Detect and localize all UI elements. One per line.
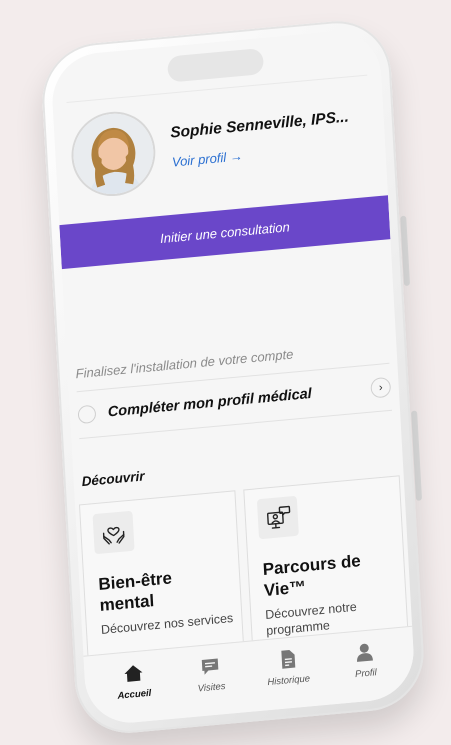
view-profile-link[interactable]: Voir profil →: [172, 148, 244, 169]
task-label: Compléter mon profil médical: [107, 385, 313, 421]
stage: Sophie Senneville, IPS... Voir profil → …: [0, 0, 451, 745]
person-icon: [353, 640, 376, 664]
tab-visites[interactable]: Visites: [171, 642, 252, 719]
avatar[interactable]: [71, 110, 156, 198]
dynamic-island: [167, 47, 265, 83]
home-icon: [122, 661, 145, 685]
video-consult-icon: [256, 495, 299, 540]
hands-heart-icon: [92, 510, 135, 555]
phone-mockup: Sophie Senneville, IPS... Voir profil → …: [39, 16, 427, 738]
card-title: Parcours de Vie™: [262, 551, 362, 601]
tab-profil[interactable]: Profil: [325, 628, 406, 705]
document-icon: [276, 647, 299, 671]
practitioner-name: Sophie Senneville, IPS...: [169, 108, 350, 142]
chat-icon: [199, 654, 222, 678]
chevron-right-icon[interactable]: ›: [370, 376, 392, 399]
discover-title: Découvrir: [81, 468, 145, 490]
tab-label: Profil: [354, 667, 378, 681]
tab-label: Historique: [267, 673, 311, 689]
app-screen: Sophie Senneville, IPS... Voir profil → …: [49, 27, 417, 727]
start-consultation-button[interactable]: Initier une consultation: [59, 195, 391, 270]
tab-accueil[interactable]: Accueil: [93, 649, 174, 726]
tab-label: Accueil: [117, 687, 152, 702]
tab-label: Visites: [197, 680, 226, 695]
card-title: Bien-être mental: [97, 568, 173, 616]
account-setup-section: Finalisez l'installation de votre compte…: [75, 337, 393, 440]
profile-header: Sophie Senneville, IPS... Voir profil →: [71, 90, 375, 207]
tab-historique[interactable]: Historique: [248, 635, 329, 712]
task-checkbox-icon[interactable]: [77, 404, 97, 425]
